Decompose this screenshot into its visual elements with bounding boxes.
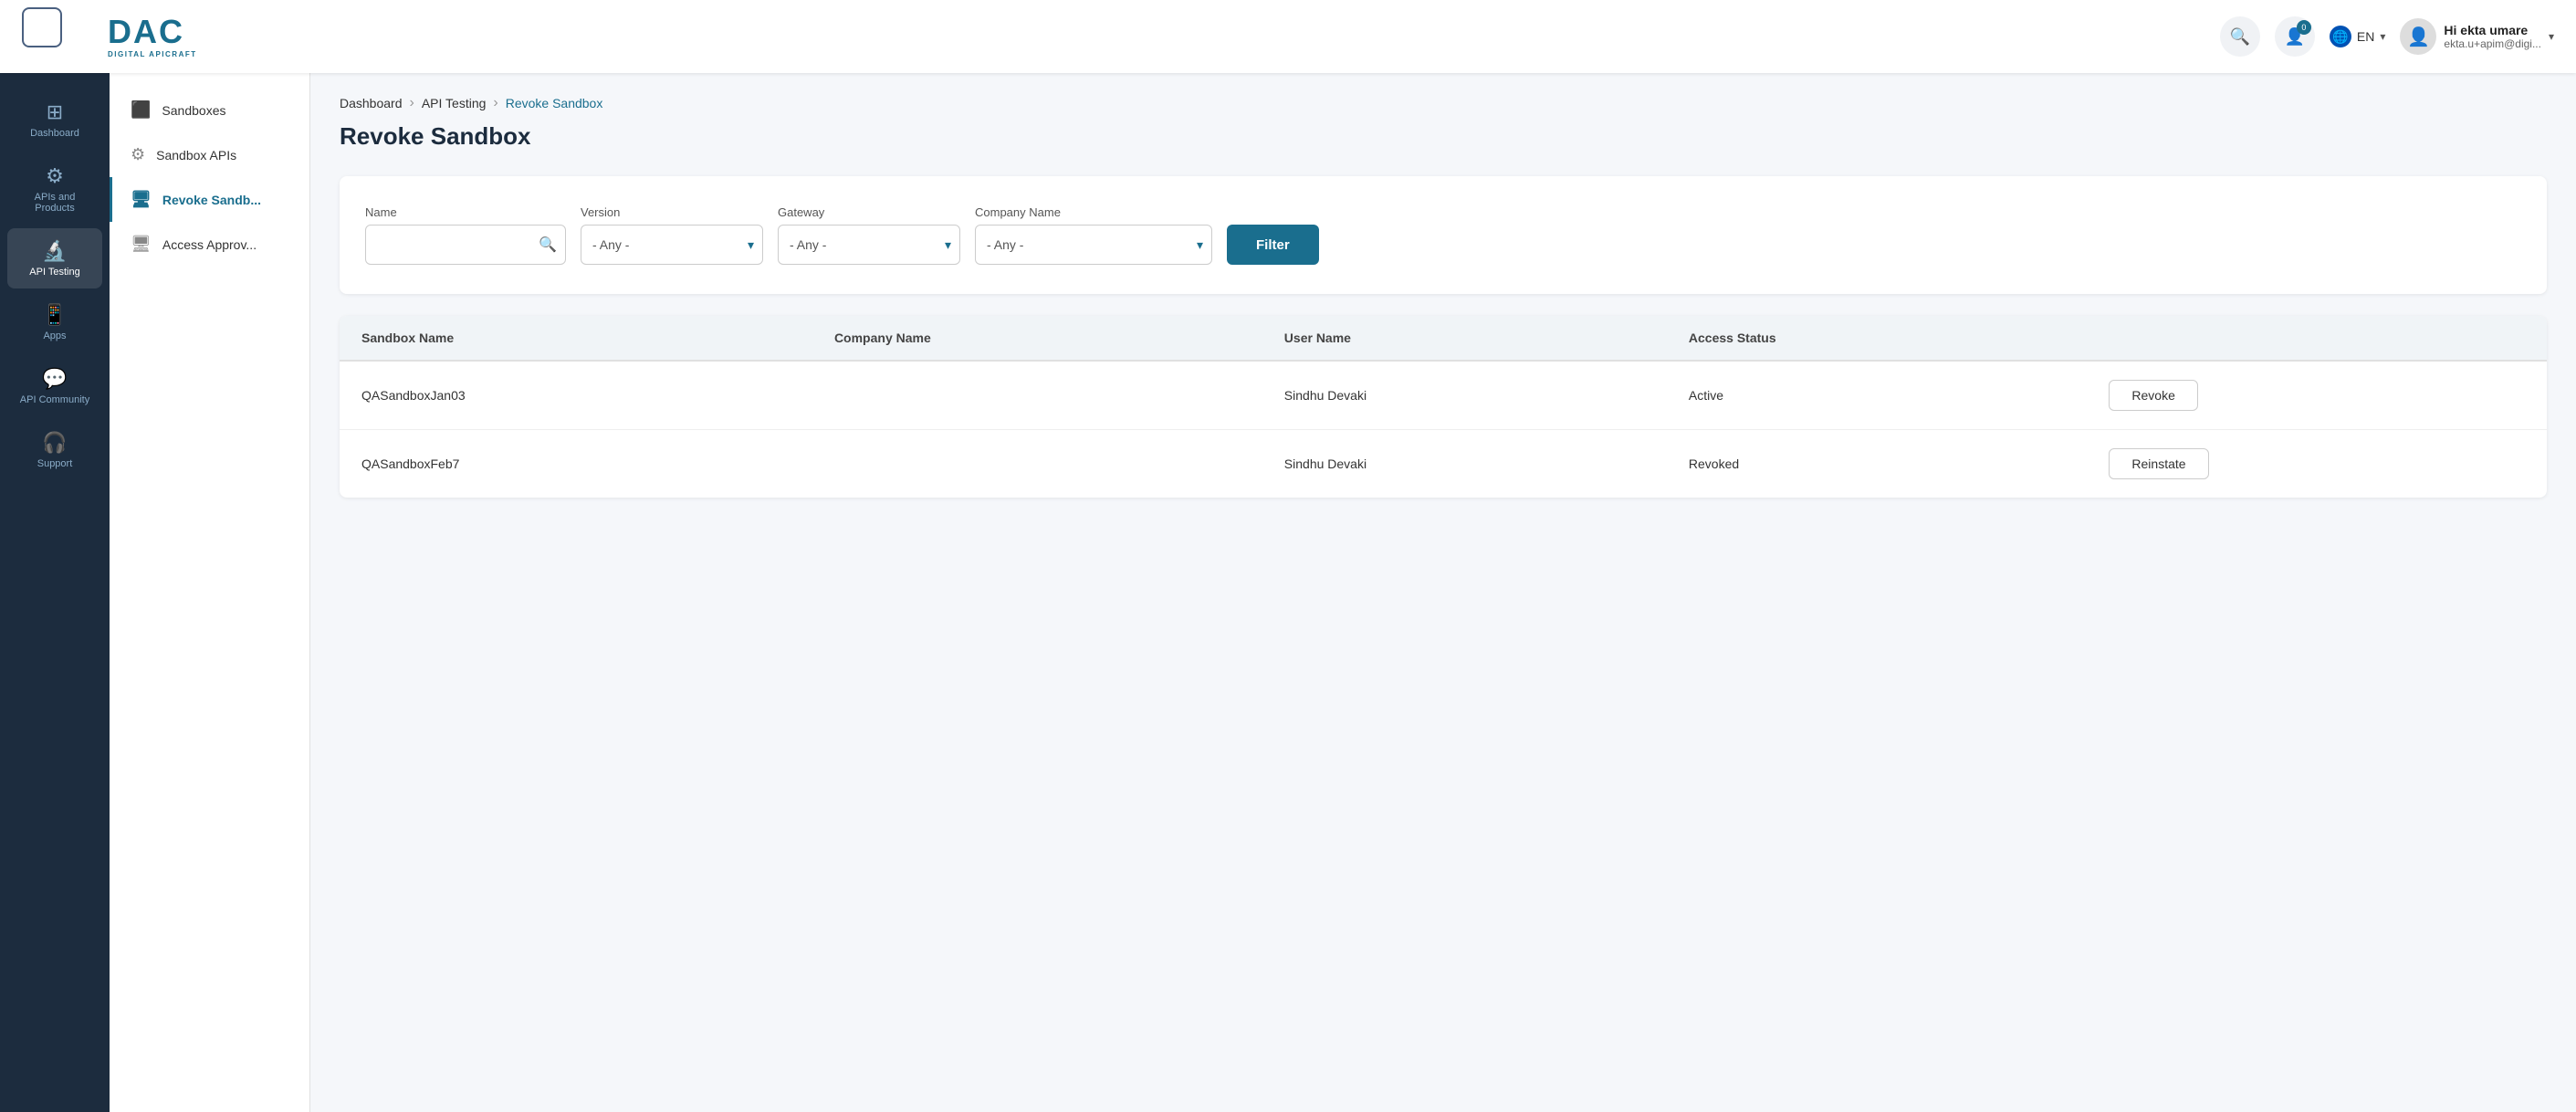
filter-button[interactable]: Filter <box>1227 225 1319 265</box>
user-chevron-icon: ▾ <box>2549 30 2554 43</box>
table-body: QASandboxJan03 Sindhu Devaki Active Revo… <box>340 361 2547 498</box>
sub-nav-sandbox-apis[interactable]: ⚙ Sandbox APIs <box>110 132 309 177</box>
sidebar-item-dashboard[interactable]: ⊞ Dashboard <box>7 89 102 150</box>
breadcrumb-dashboard[interactable]: Dashboard <box>340 96 403 110</box>
gateway-filter-label: Gateway <box>778 205 960 219</box>
layout: ⊞ Dashboard ⚙ APIs and Products 🔬 API Te… <box>0 73 2576 1112</box>
sidebar-item-apps[interactable]: 📱 Apps <box>7 292 102 352</box>
lang-chevron-icon: ▾ <box>2380 30 2385 43</box>
col-user-name: User Name <box>1262 316 1667 361</box>
cell-access-status: Revoked <box>1667 430 2088 498</box>
sandbox-apis-icon: ⚙ <box>131 145 145 164</box>
company-filter-select[interactable]: - Any - <box>975 225 1212 265</box>
gateway-filter-field: Gateway - Any - ▾ <box>778 205 960 265</box>
table-card: Sandbox Name Company Name User Name Acce… <box>340 316 2547 498</box>
cell-user-name: Sindhu Devaki <box>1262 430 1667 498</box>
gateway-filter-select[interactable]: - Any - <box>778 225 960 265</box>
col-access-status: Access Status <box>1667 316 2088 361</box>
api-testing-icon: 🔬 <box>42 239 67 263</box>
sidebar-item-api-testing[interactable]: 🔬 API Testing <box>7 228 102 288</box>
sidebar-left: ⊞ Dashboard ⚙ APIs and Products 🔬 API Te… <box>0 73 110 1112</box>
main-content: Dashboard › API Testing › Revoke Sandbox… <box>310 73 2576 1112</box>
sidebar-item-support-label: Support <box>37 458 73 469</box>
company-filter-field: Company Name - Any - ▾ <box>975 205 1212 265</box>
support-icon: 🎧 <box>42 431 67 455</box>
sidebar-item-apps-label: Apps <box>43 330 66 341</box>
sidebar-item-apis-products[interactable]: ⚙ APIs and Products <box>7 153 102 225</box>
sandboxes-icon: ⬛ <box>131 100 151 120</box>
version-filter-field: Version - Any - ▾ <box>581 205 763 265</box>
notification-badge: 0 <box>2297 20 2311 35</box>
sidebar-item-support[interactable]: 🎧 Support <box>7 420 102 480</box>
header-actions: 🔍 👤 0 🌐 EN ▾ 👤 Hi ekta umare ekta.u+apim… <box>2220 16 2554 57</box>
user-name: Hi ekta umare <box>2444 23 2541 37</box>
logo: DAC DIGITAL APICRAFT <box>108 16 197 58</box>
name-filter-field: Name 🔍 <box>365 205 566 265</box>
cell-action: Revoke <box>2087 361 2547 430</box>
header: ☰ DAC DIGITAL APICRAFT 🔍 👤 0 🌐 EN ▾ 👤 Hi… <box>0 0 2576 73</box>
sidebar-item-community-label: API Community <box>20 394 89 405</box>
user-menu[interactable]: 👤 Hi ekta umare ekta.u+apim@digi... ▾ <box>2400 18 2554 55</box>
breadcrumb: Dashboard › API Testing › Revoke Sandbox <box>340 95 2547 111</box>
notifications-button[interactable]: 👤 0 <box>2275 16 2315 57</box>
cell-company-name <box>812 430 1262 498</box>
breadcrumb-api-testing[interactable]: API Testing <box>422 96 487 110</box>
logo-sub: DIGITAL APICRAFT <box>108 50 197 58</box>
sub-nav-sandboxes[interactable]: ⬛ Sandboxes <box>110 88 309 132</box>
sub-nav-access-approval[interactable]: 🖥 Access Approv... <box>110 222 309 267</box>
language-label: EN <box>2357 29 2374 44</box>
sub-nav-revoke-sandbox[interactable]: 🖥 Revoke Sandb... <box>110 177 309 222</box>
sidebar-item-apis-label: APIs and Products <box>15 192 95 214</box>
access-approval-icon: 🖥 <box>131 235 152 254</box>
header-search-button[interactable]: 🔍 <box>2220 16 2260 57</box>
language-selector[interactable]: 🌐 EN ▾ <box>2330 26 2385 47</box>
apps-icon: 📱 <box>42 303 67 327</box>
table-row: QASandboxFeb7 Sindhu Devaki Revoked Rein… <box>340 430 2547 498</box>
revoke-sandbox-icon: 🖥 <box>131 190 152 209</box>
row-action-button-0[interactable]: Revoke <box>2109 380 2197 411</box>
version-filter-select[interactable]: - Any - <box>581 225 763 265</box>
sidebar-item-api-community[interactable]: 💬 API Community <box>7 356 102 416</box>
name-search-icon: 🔍 <box>539 236 557 254</box>
apis-icon: ⚙ <box>46 164 64 188</box>
sub-nav-access-approval-label: Access Approv... <box>162 237 257 252</box>
sub-nav-sandbox-apis-label: Sandbox APIs <box>156 148 236 163</box>
col-sandbox-name: Sandbox Name <box>340 316 812 361</box>
page-title: Revoke Sandbox <box>340 122 2547 151</box>
col-company-name: Company Name <box>812 316 1262 361</box>
filter-card: Name 🔍 Version - Any - ▾ <box>340 176 2547 294</box>
flag-icon: 🌐 <box>2330 26 2351 47</box>
row-action-button-1[interactable]: Reinstate <box>2109 448 2208 479</box>
version-filter-label: Version <box>581 205 763 219</box>
sub-nav-sandboxes-label: Sandboxes <box>162 103 225 118</box>
breadcrumb-current: Revoke Sandbox <box>506 96 603 110</box>
sidebar-sub: ⬛ Sandboxes ⚙ Sandbox APIs 🖥 Revoke Sand… <box>110 73 310 1112</box>
name-filter-label: Name <box>365 205 566 219</box>
cell-action: Reinstate <box>2087 430 2547 498</box>
breadcrumb-sep-1: › <box>410 95 414 111</box>
dashboard-icon: ⊞ <box>47 100 63 124</box>
menu-toggle-button[interactable]: ☰ <box>22 7 62 47</box>
cell-access-status: Active <box>1667 361 2088 430</box>
breadcrumb-sep-2: › <box>493 95 497 111</box>
col-actions <box>2087 316 2547 361</box>
cell-user-name: Sindhu Devaki <box>1262 361 1667 430</box>
company-filter-label: Company Name <box>975 205 1212 219</box>
cell-sandbox-name: QASandboxJan03 <box>340 361 812 430</box>
filter-row: Name 🔍 Version - Any - ▾ <box>365 205 2521 265</box>
sub-nav-revoke-sandbox-label: Revoke Sandb... <box>162 193 261 207</box>
avatar: 👤 <box>2400 18 2436 55</box>
logo-main: DAC <box>108 16 197 48</box>
sidebar-item-dashboard-label: Dashboard <box>30 128 79 139</box>
cell-company-name <box>812 361 1262 430</box>
cell-sandbox-name: QASandboxFeb7 <box>340 430 812 498</box>
user-email: ekta.u+apim@digi... <box>2444 37 2541 50</box>
name-filter-input[interactable] <box>365 225 566 265</box>
table-row: QASandboxJan03 Sindhu Devaki Active Revo… <box>340 361 2547 430</box>
sidebar-item-api-testing-label: API Testing <box>29 267 79 278</box>
data-table: Sandbox Name Company Name User Name Acce… <box>340 316 2547 498</box>
table-header: Sandbox Name Company Name User Name Acce… <box>340 316 2547 361</box>
community-icon: 💬 <box>42 367 67 391</box>
